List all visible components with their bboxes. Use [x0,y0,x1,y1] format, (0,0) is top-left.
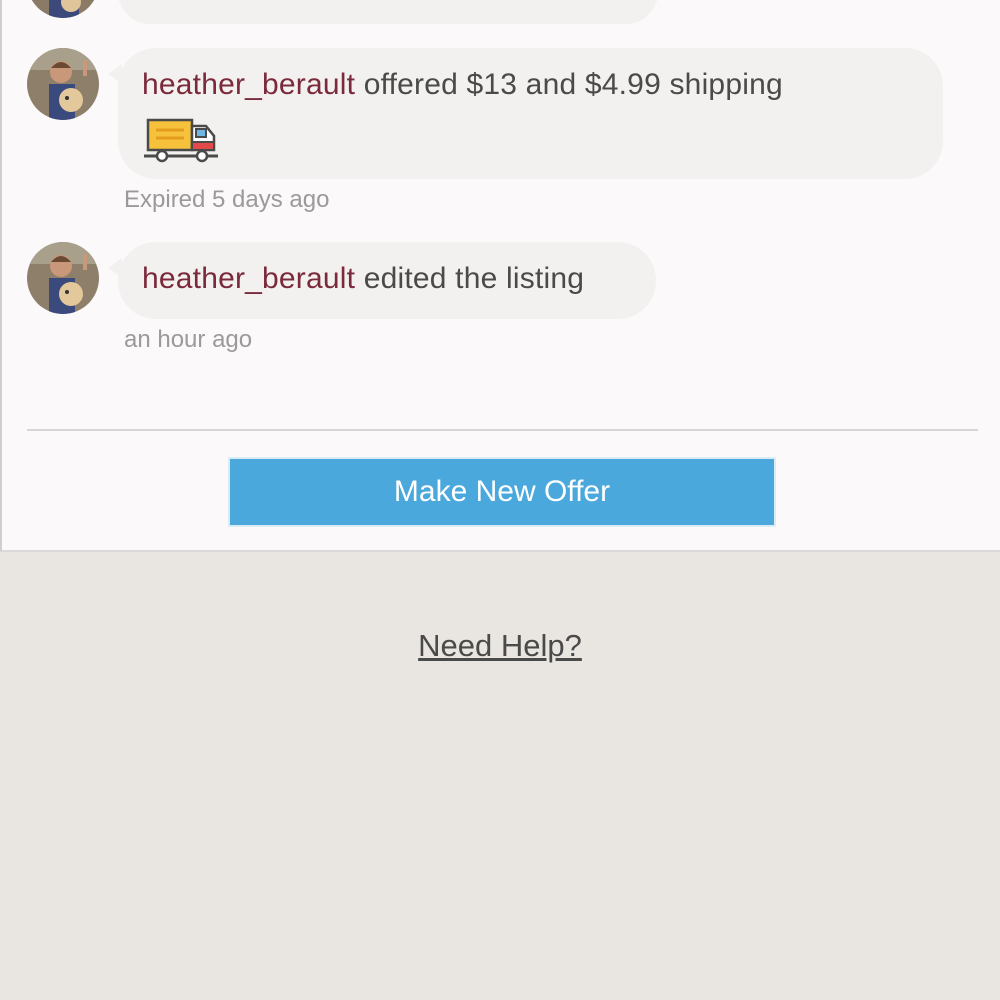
need-help-link[interactable]: Need Help? [0,628,1000,664]
message-body: edited the listing [355,262,585,295]
bubble-tail [108,258,122,278]
offer-history-panel: heather_berault offered $13 and $4.99 sh… [0,0,1000,552]
bubble-tail [108,64,122,84]
message-bubble: heather_berault edited the listing [108,242,656,319]
message-text: heather_berault edited the listing [142,262,584,296]
avatar[interactable] [27,48,99,120]
username-link[interactable]: heather_berault [142,68,355,101]
make-new-offer-button[interactable]: Make New Offer [228,457,776,527]
message-bubble: heather_berault offered $13 and $4.99 sh… [108,48,943,179]
username-link[interactable]: heather_berault [142,262,355,295]
avatar[interactable] [27,0,99,18]
message-text: heather_berault offered $13 and $4.99 sh… [142,68,783,102]
divider [27,429,978,431]
message-body: offered $13 and $4.99 shipping [355,68,783,101]
shipping-truck-icon [144,116,218,169]
message-timestamp: an hour ago [124,326,253,353]
message-timestamp: Expired 5 days ago [124,186,330,213]
message-bubble [118,0,658,24]
avatar[interactable] [27,242,99,314]
